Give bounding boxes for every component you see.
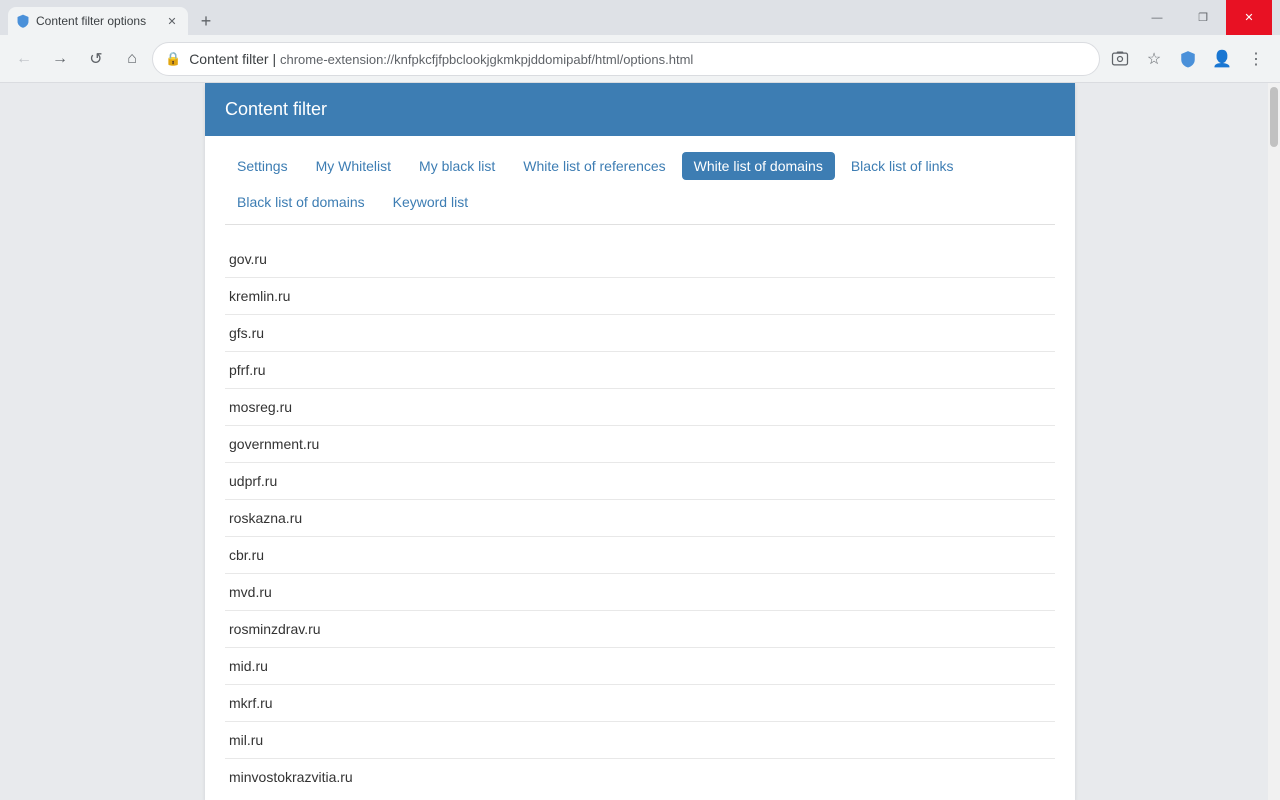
maximize-button[interactable]: ❐ <box>1180 0 1226 35</box>
domain-list-item: roskazna.ru <box>225 500 1055 537</box>
forward-button[interactable]: → <box>44 43 76 75</box>
main-card: Content filter Settings My Whitelist My … <box>205 83 1075 800</box>
back-button[interactable]: ← <box>8 43 40 75</box>
minimize-button[interactable]: — <box>1134 0 1180 35</box>
bookmark-button[interactable]: ☆ <box>1138 43 1170 75</box>
domain-list-item: minvostokrazvitia.ru <box>225 759 1055 795</box>
card-body: Settings My Whitelist My black list Whit… <box>205 136 1075 800</box>
shield-button[interactable] <box>1172 43 1204 75</box>
tab-shield-icon <box>16 14 30 28</box>
close-button[interactable]: ✕ <box>1226 0 1272 35</box>
new-tab-button[interactable]: + <box>192 7 220 35</box>
toolbar-actions: ☆ 👤 ⋮ <box>1104 43 1272 75</box>
tabs-area: Content filter options ✕ + <box>8 0 1126 35</box>
page-content: Content filter Settings My Whitelist My … <box>0 83 1280 800</box>
browser-toolbar: ← → ↺ ⌂ 🔒 Content filter | chrome-extens… <box>0 35 1280 83</box>
menu-button[interactable]: ⋮ <box>1240 43 1272 75</box>
address-breadcrumb: Content filter | chrome-extension://knfp… <box>189 51 1087 67</box>
domain-list-item: cbr.ru <box>225 537 1055 574</box>
tab-close-button[interactable]: ✕ <box>164 13 180 29</box>
card-header: Content filter <box>205 83 1075 136</box>
domain-list: gov.rukremlin.rugfs.rupfrf.rumosreg.rugo… <box>225 241 1055 795</box>
domain-list-item: gfs.ru <box>225 315 1055 352</box>
window-controls: — ❐ ✕ <box>1134 0 1272 35</box>
tabs-navigation: Settings My Whitelist My black list Whit… <box>225 152 1055 225</box>
scrollbar[interactable] <box>1268 83 1280 800</box>
page-title: Content filter <box>225 99 327 119</box>
url-text: chrome-extension://knfpkcfjfpbclookjgkmk… <box>280 52 693 67</box>
tab-my-whitelist[interactable]: My Whitelist <box>304 152 403 180</box>
domain-list-item: rosminzdrav.ru <box>225 611 1055 648</box>
browser-frame: Content filter options ✕ + — ❐ ✕ ← → ↺ ⌂… <box>0 0 1280 800</box>
reload-button[interactable]: ↺ <box>80 43 112 75</box>
domain-list-item: kremlin.ru <box>225 278 1055 315</box>
tab-black-list-domains[interactable]: Black list of domains <box>225 188 377 216</box>
profile-button[interactable]: 👤 <box>1206 43 1238 75</box>
tab-black-list-links[interactable]: Black list of links <box>839 152 966 180</box>
domain-list-item: pfrf.ru <box>225 352 1055 389</box>
browser-tab[interactable]: Content filter options ✕ <box>8 7 188 35</box>
tab-white-list-domains[interactable]: White list of domains <box>682 152 835 180</box>
domain-list-item: gov.ru <box>225 241 1055 278</box>
tab-keyword-list[interactable]: Keyword list <box>381 188 480 216</box>
domain-list-item: mid.ru <box>225 648 1055 685</box>
tab-title: Content filter options <box>36 14 158 28</box>
tab-white-list-references[interactable]: White list of references <box>511 152 677 180</box>
domain-list-item: mkrf.ru <box>225 685 1055 722</box>
domain-list-item: mvd.ru <box>225 574 1055 611</box>
domain-list-item: mil.ru <box>225 722 1055 759</box>
breadcrumb-label: Content filter <box>189 51 268 67</box>
breadcrumb-separator: | <box>272 51 280 67</box>
screenshot-button[interactable] <box>1104 43 1136 75</box>
scrollbar-thumb[interactable] <box>1270 87 1278 147</box>
tab-my-black-list[interactable]: My black list <box>407 152 507 180</box>
lock-icon: 🔒 <box>165 51 181 67</box>
tab-settings[interactable]: Settings <box>225 152 300 180</box>
address-bar[interactable]: 🔒 Content filter | chrome-extension://kn… <box>152 42 1100 76</box>
domain-list-item: mosreg.ru <box>225 389 1055 426</box>
domain-list-item: udprf.ru <box>225 463 1055 500</box>
title-bar: Content filter options ✕ + — ❐ ✕ <box>0 0 1280 35</box>
domain-list-item: government.ru <box>225 426 1055 463</box>
home-button[interactable]: ⌂ <box>116 43 148 75</box>
